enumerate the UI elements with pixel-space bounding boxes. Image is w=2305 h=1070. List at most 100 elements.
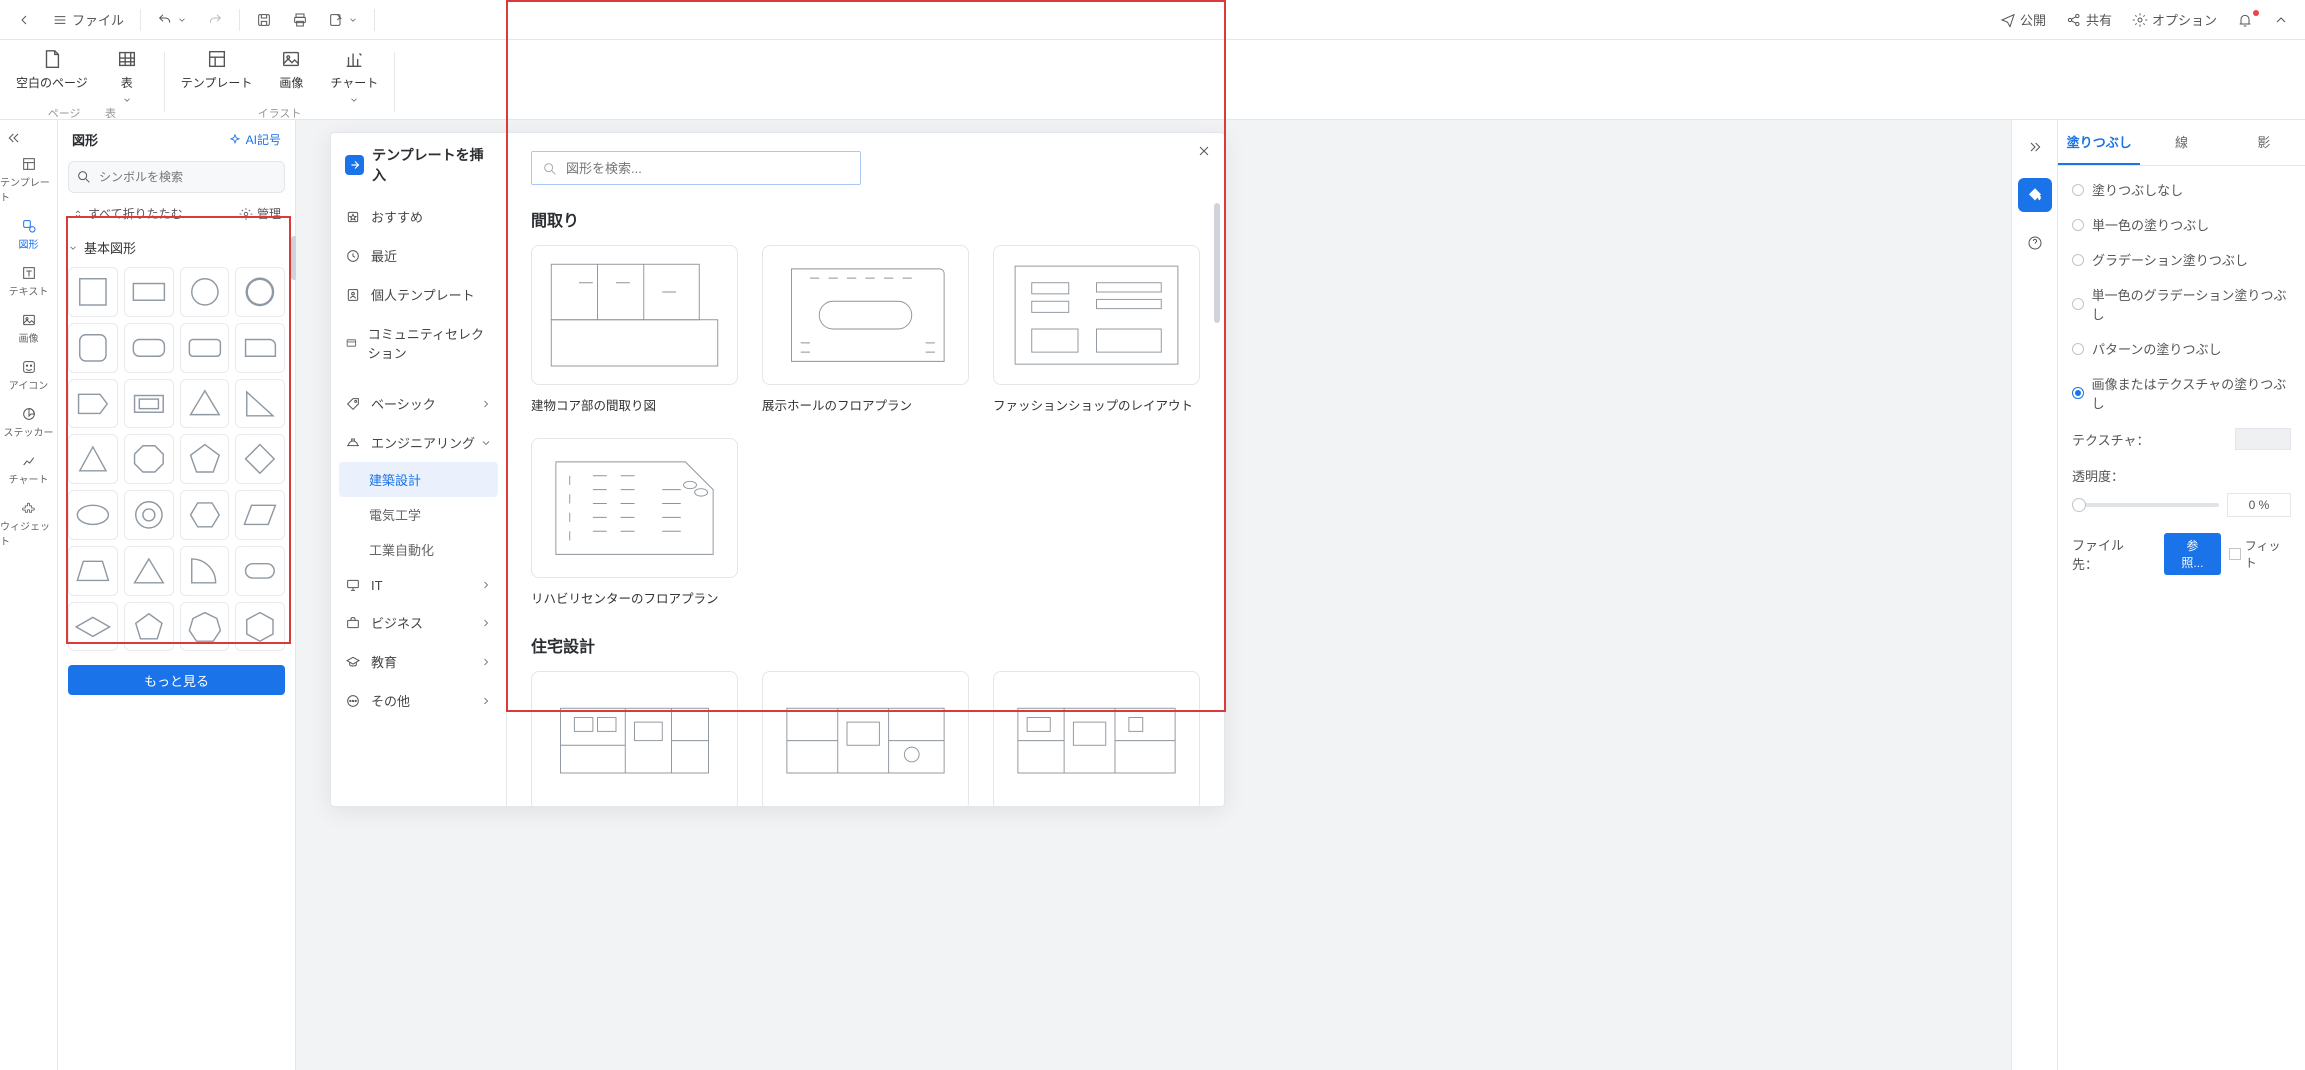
rail-shape[interactable]: 図形 [0,212,57,257]
modal-scrollbar[interactable] [1214,203,1220,323]
shape-parallelogram[interactable] [235,490,285,540]
modal-close-button[interactable] [1196,143,1212,159]
shape-diamond2[interactable] [68,602,118,652]
expand-right-panel-button[interactable] [2018,130,2052,164]
collapse-left-panel-button[interactable] [6,130,22,146]
fill-option-none[interactable]: 塗りつぶしなし [2072,180,2291,199]
fill-option-pattern[interactable]: パターンの塗りつぶし [2072,339,2291,358]
shape-triangle-up[interactable] [68,434,118,484]
shape-search-input[interactable] [68,161,285,193]
rail-sticker[interactable]: ステッカー [0,400,57,445]
shape-tag[interactable] [68,379,118,429]
shape-rectangle[interactable] [124,267,174,317]
fold-all-button[interactable]: すべて折りたたむ [72,205,183,222]
cat-engineering[interactable]: エンジニアリング [331,423,506,462]
shape-circle-thick[interactable] [235,267,285,317]
template-card[interactable]: リハビリセンターのフロアプラン [531,438,738,607]
shape-circle[interactable] [180,267,230,317]
fit-checkbox[interactable]: フィット [2229,537,2291,571]
table-button[interactable]: 表 [106,48,148,105]
template-card[interactable]: 建物コア部の間取り図 [531,245,738,414]
fill-option-texture[interactable]: 画像またはテクスチャの塗りつぶし [2072,374,2291,412]
section-toggle-basic[interactable]: 基本図形 [68,234,285,261]
template-button[interactable]: テンプレート [181,48,253,105]
back-button[interactable] [8,8,40,32]
shape-single-round[interactable] [235,323,285,373]
new-blank-page-button[interactable]: 空白のページ [16,48,88,105]
shape-quarter[interactable] [180,546,230,596]
template-search-input[interactable] [532,152,860,184]
options-button[interactable]: オプション [2124,6,2225,33]
template-card[interactable]: 展示ホールのフロアプラン [762,245,969,414]
cat-personal[interactable]: 個人テンプレート [331,275,506,314]
cat-it[interactable]: IT [331,567,506,603]
opacity-slider[interactable] [2072,503,2219,507]
sub-electrical[interactable]: 電気工学 [331,497,506,532]
rail-template[interactable]: テンプレート [0,150,57,210]
sub-industrial[interactable]: 工業自動化 [331,532,506,567]
share-button[interactable]: 共有 [2058,6,2120,33]
fill-panel-button[interactable] [2018,178,2052,212]
show-more-button[interactable]: もっと見る [68,665,285,695]
ai-symbol-button[interactable]: AI記号 [228,131,281,148]
cat-basic[interactable]: ベーシック [331,384,506,423]
shape-rounded-rect2[interactable] [180,323,230,373]
export-button[interactable] [320,8,366,32]
shape-square[interactable] [68,267,118,317]
shape-stadium[interactable] [235,546,285,596]
texture-swatch[interactable] [2235,428,2291,450]
cat-education[interactable]: 教育 [331,642,506,681]
shape-pentagon[interactable] [180,434,230,484]
shape-right-triangle[interactable] [235,379,285,429]
fill-option-gradient[interactable]: グラデーション塗りつぶし [2072,250,2291,269]
cat-community[interactable]: コミュニティセレクション [331,314,506,372]
tab-line[interactable]: 線 [2140,120,2222,165]
shape-triangle2[interactable] [124,546,174,596]
cat-recent[interactable]: 最近 [331,236,506,275]
save-button[interactable] [248,8,280,32]
print-button[interactable] [284,8,316,32]
image-button[interactable]: 画像 [270,48,312,105]
template-card[interactable]: ファッションショップのレイアウト [993,245,1200,414]
shape-hexagon[interactable] [180,490,230,540]
file-menu-button[interactable]: ファイル [44,6,132,33]
cat-business[interactable]: ビジネス [331,603,506,642]
undo-button[interactable] [149,8,195,32]
notification-button[interactable] [2229,8,2261,32]
shape-triangle[interactable] [180,379,230,429]
rail-text[interactable]: テキスト [0,259,57,304]
template-card[interactable] [762,671,969,806]
shape-octagon[interactable] [124,434,174,484]
help-button[interactable] [2018,226,2052,260]
rail-icon[interactable]: アイコン [0,353,57,398]
browse-button[interactable]: 参照... [2164,533,2221,575]
tab-shadow[interactable]: 影 [2223,120,2305,165]
cat-other[interactable]: その他 [331,681,506,720]
tab-fill[interactable]: 塗りつぶし [2058,120,2140,165]
shape-rounded-rect[interactable] [124,323,174,373]
shape-diamond[interactable] [235,434,285,484]
shape-pentagon2[interactable] [124,602,174,652]
cat-recommend[interactable]: おすすめ [331,197,506,236]
sub-architecture[interactable]: 建築設計 [339,462,498,497]
rail-chart[interactable]: チャート [0,447,57,492]
rail-image[interactable]: 画像 [0,306,57,351]
rail-widget[interactable]: ウィジェット [0,494,57,554]
shape-trapezoid[interactable] [68,546,118,596]
shape-frame[interactable] [124,379,174,429]
chart-button[interactable]: チャート [330,48,378,105]
shape-heptagon[interactable] [180,602,230,652]
shape-donut[interactable] [124,490,174,540]
collapse-toolbar-button[interactable] [2265,8,2297,32]
shape-hexagon2[interactable] [235,602,285,652]
shape-ellipse[interactable] [68,490,118,540]
fill-option-mono-gradient[interactable]: 単一色のグラデーション塗りつぶし [2072,285,2291,323]
fill-option-solid[interactable]: 単一色の塗りつぶし [2072,215,2291,234]
opacity-value[interactable]: 0 % [2227,493,2291,517]
publish-button[interactable]: 公開 [1992,6,2054,33]
template-card[interactable] [993,671,1200,806]
manage-button[interactable]: 管理 [239,205,281,222]
redo-button[interactable] [199,8,231,32]
template-card[interactable] [531,671,738,806]
shape-rounded-square[interactable] [68,323,118,373]
